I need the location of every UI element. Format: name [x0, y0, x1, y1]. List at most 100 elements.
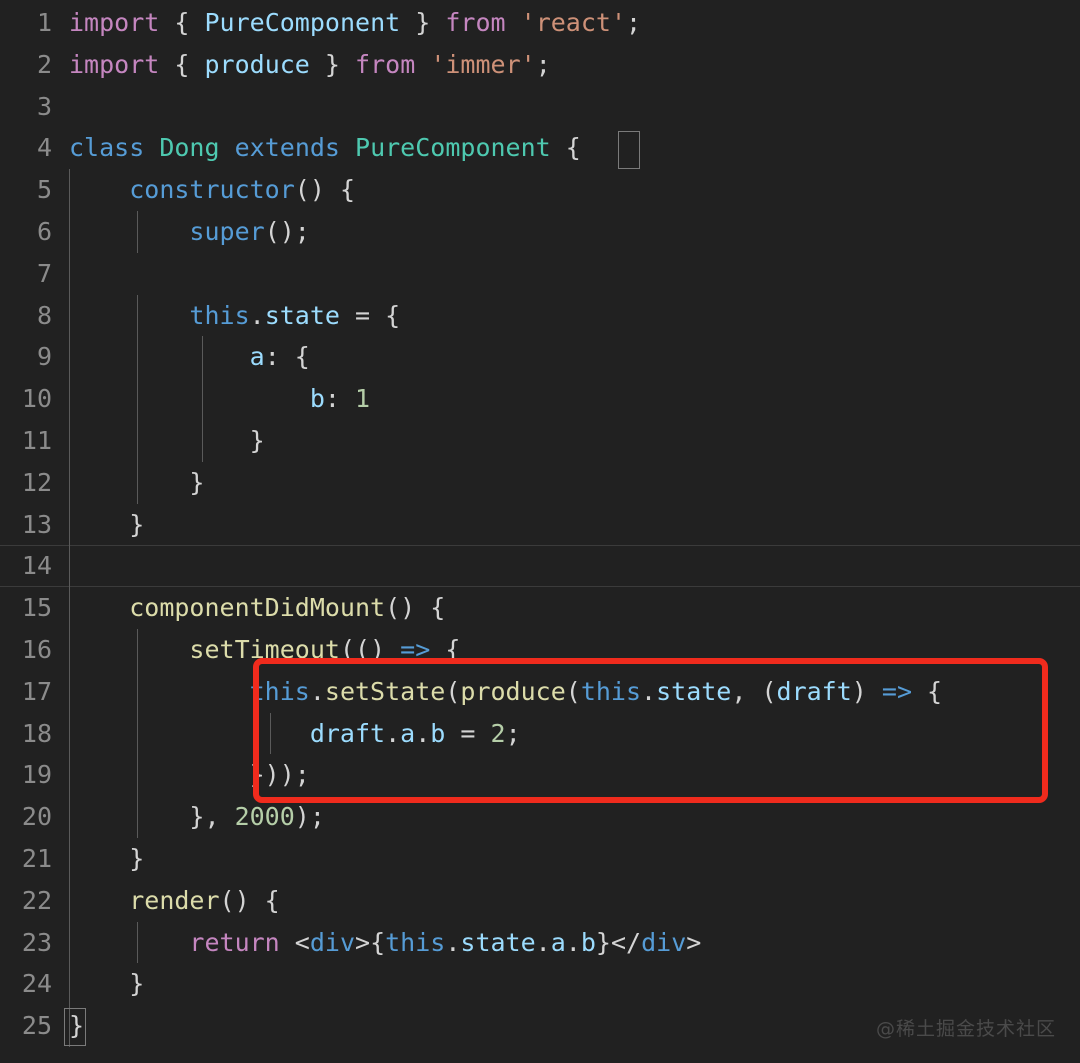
- code-token: ();: [264, 217, 310, 246]
- code-token: this: [249, 676, 310, 706]
- code-token: =>: [881, 676, 912, 706]
- code-token: setState: [324, 676, 446, 706]
- code-line[interactable]: }: [69, 838, 144, 880]
- code-line[interactable]: super();: [69, 211, 310, 253]
- code-token: <: [279, 927, 310, 957]
- code-line[interactable]: this.setState(produce(this.state, (draft…: [69, 671, 942, 713]
- code-line[interactable]: this.state = {: [69, 295, 400, 337]
- code-token: {: [174, 49, 190, 79]
- code-token: ;: [505, 718, 521, 748]
- code-token: >: [355, 927, 371, 957]
- watermark-text: @稀土掘金技术社区: [875, 1018, 1056, 1041]
- code-token: class: [69, 133, 145, 163]
- code-token: draft: [776, 676, 852, 706]
- code-token: 2000: [234, 802, 295, 832]
- code-content[interactable]: import { PureComponent } from 'react'; im…: [0, 0, 1080, 1063]
- code-token: b: [309, 384, 325, 414]
- code-line[interactable]: }, 2000);: [69, 796, 325, 838]
- code-token: this: [189, 300, 250, 330]
- code-token: constructor: [129, 175, 295, 205]
- code-line[interactable]: class Dong extends PureComponent {: [69, 127, 581, 169]
- code-line[interactable]: constructor() {: [69, 169, 355, 211]
- code-token: PureComponent: [204, 8, 401, 37]
- code-line[interactable]: b: 1: [69, 378, 370, 420]
- code-token: </: [610, 927, 642, 957]
- code-line[interactable]: import { PureComponent } from 'react';: [69, 2, 641, 44]
- code-token: 1: [355, 384, 371, 414]
- code-token: a: [550, 927, 566, 957]
- code-token: =>: [400, 635, 431, 664]
- code-line[interactable]: }));: [69, 754, 310, 796]
- code-token: return: [189, 927, 280, 957]
- code-token: div: [641, 927, 687, 957]
- code-line[interactable]: }: [69, 963, 144, 1005]
- code-line[interactable]: }: [69, 462, 204, 504]
- code-token: {: [912, 676, 943, 706]
- code-token: produce: [460, 676, 566, 706]
- code-token: 'react': [520, 8, 626, 37]
- code-token: extends: [234, 133, 340, 163]
- code-token: },: [69, 802, 235, 832]
- code-token: this: [385, 927, 446, 957]
- code-token: () {: [219, 885, 280, 915]
- code-token: ;: [535, 49, 551, 79]
- code-line[interactable]: return <div>{this.state.a.b}</div>: [69, 922, 701, 964]
- code-token: a: [249, 342, 265, 372]
- code-token: state: [656, 676, 732, 706]
- code-line[interactable]: import { produce } from 'immer';: [69, 44, 551, 86]
- code-token: state: [264, 300, 340, 330]
- code-line[interactable]: }: [69, 420, 265, 462]
- code-token: produce: [204, 49, 310, 79]
- code-token: .: [445, 927, 461, 957]
- code-token: }));: [69, 760, 310, 790]
- code-token: = {: [339, 300, 401, 330]
- code-line[interactable]: setTimeout(() => {: [69, 629, 460, 671]
- code-token: draft: [309, 718, 386, 748]
- code-token: b: [430, 718, 446, 748]
- code-token: : {: [264, 342, 310, 372]
- code-token: }: [69, 969, 145, 999]
- code-token: );: [294, 802, 325, 832]
- code-token: componentDidMount: [129, 593, 386, 623]
- code-line[interactable]: componentDidMount() {: [69, 587, 445, 629]
- code-line[interactable]: }: [69, 504, 144, 546]
- code-editor[interactable]: 1 2 3 4 5 6 7 8 9 10 11 12 13 14 15 16 17 18 19 20 21 22 23 24 2…: [0, 0, 1080, 1063]
- code-line[interactable]: render() {: [69, 880, 280, 922]
- code-line[interactable]: draft.a.b = 2;: [69, 713, 521, 755]
- code-token: () {: [294, 175, 356, 205]
- code-token: .: [309, 676, 325, 706]
- code-token: .: [641, 676, 657, 706]
- code-token: :: [324, 384, 355, 414]
- code-line[interactable]: }: [69, 1005, 84, 1047]
- code-token: .: [415, 718, 431, 748]
- code-token: a: [400, 718, 416, 748]
- code-token: =: [445, 718, 491, 748]
- code-token: render: [129, 885, 220, 915]
- code-token: setTimeout: [189, 635, 340, 664]
- code-token: from: [445, 8, 506, 37]
- code-token: () {: [385, 593, 446, 623]
- code-token: from: [355, 49, 416, 79]
- code-token: }: [324, 49, 340, 79]
- code-token: PureComponent: [355, 133, 551, 163]
- code-line[interactable]: a: {: [69, 336, 310, 378]
- code-token: .: [565, 927, 581, 957]
